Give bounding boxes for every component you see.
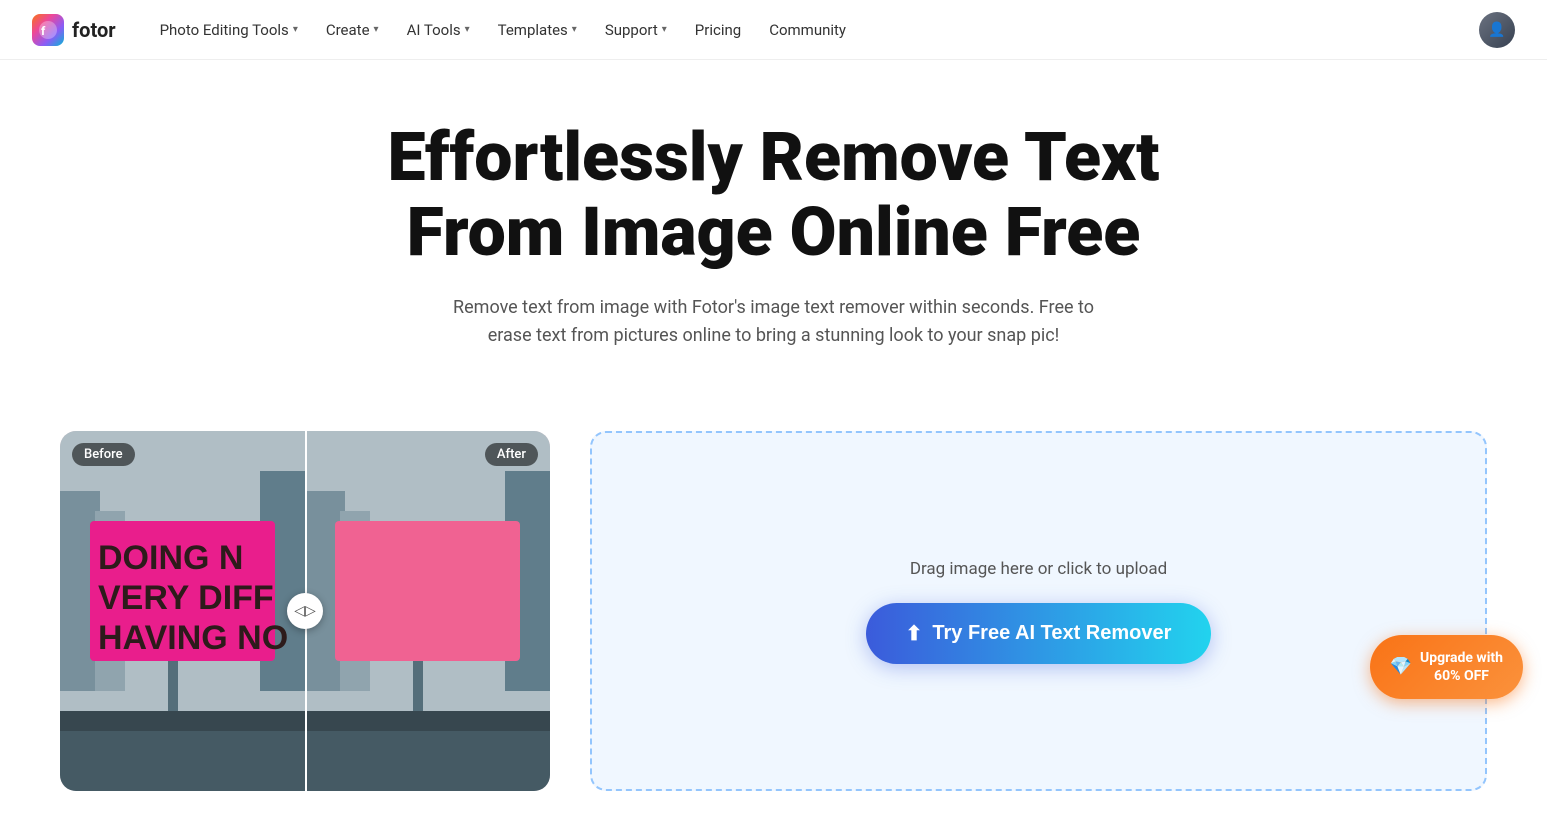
nav-support[interactable]: Support ▾ <box>593 13 679 47</box>
diamond-icon: 💎 <box>1390 655 1412 678</box>
nav-templates[interactable]: Templates ▾ <box>486 13 589 47</box>
nav-community[interactable]: Community <box>757 13 858 47</box>
nav-pricing[interactable]: Pricing <box>683 13 753 47</box>
nav-create[interactable]: Create ▾ <box>314 13 391 47</box>
chevron-down-icon: ▾ <box>465 24 470 35</box>
upload-dropzone[interactable]: Drag image here or click to upload ⬆ Try… <box>590 431 1487 791</box>
navbar: f fotor Photo Editing Tools ▾ Create ▾ A… <box>0 0 1547 60</box>
upload-button-label: Try Free AI Text Remover <box>932 622 1171 645</box>
svg-text:HAVING NO: HAVING NO <box>98 619 288 657</box>
nav-links: Photo Editing Tools ▾ Create ▾ AI Tools … <box>148 13 1479 47</box>
hero-section: Effortlessly Remove Text From Image Onli… <box>0 60 1547 391</box>
upgrade-badge[interactable]: 💎 Upgrade with60% OFF <box>1370 635 1523 699</box>
hero-title: Effortlessly Remove Text From Image Onli… <box>324 120 1224 270</box>
upgrade-label: Upgrade with60% OFF <box>1420 649 1503 685</box>
main-content: DOING N VERY DIFF HAVING NO <box>0 391 1547 831</box>
svg-text:DOING N: DOING N <box>98 539 243 577</box>
before-label: Before <box>72 443 135 466</box>
chevron-down-icon: ▾ <box>374 24 379 35</box>
user-avatar[interactable]: 👤 <box>1479 12 1515 48</box>
nav-ai-tools[interactable]: AI Tools ▾ <box>395 13 482 47</box>
logo-link[interactable]: f fotor <box>32 14 116 46</box>
avatar-image: 👤 <box>1479 12 1515 48</box>
logo-icon: f <box>32 14 64 46</box>
chevron-down-icon: ▾ <box>662 24 667 35</box>
after-panel <box>305 431 550 791</box>
svg-text:VERY DIFF: VERY DIFF <box>98 579 274 617</box>
logo-text: fotor <box>72 18 116 42</box>
hero-subtitle: Remove text from image with Fotor's imag… <box>434 294 1114 352</box>
nav-photo-editing-tools[interactable]: Photo Editing Tools ▾ <box>148 13 310 47</box>
chevron-down-icon: ▾ <box>572 24 577 35</box>
before-after-container: DOING N VERY DIFF HAVING NO <box>60 431 550 791</box>
ba-handle[interactable]: ◁▷ <box>287 593 323 629</box>
upload-hint: Drag image here or click to upload <box>910 559 1167 579</box>
arrows-icon: ◁▷ <box>294 603 316 619</box>
before-panel: DOING N VERY DIFF HAVING NO <box>60 431 305 791</box>
after-label: After <box>485 443 538 466</box>
chevron-down-icon: ▾ <box>293 24 298 35</box>
nav-right: 👤 <box>1479 12 1515 48</box>
upload-icon: ⬆ <box>906 621 923 646</box>
try-ai-remover-button[interactable]: ⬆ Try Free AI Text Remover <box>866 603 1212 664</box>
svg-text:f: f <box>41 24 46 38</box>
